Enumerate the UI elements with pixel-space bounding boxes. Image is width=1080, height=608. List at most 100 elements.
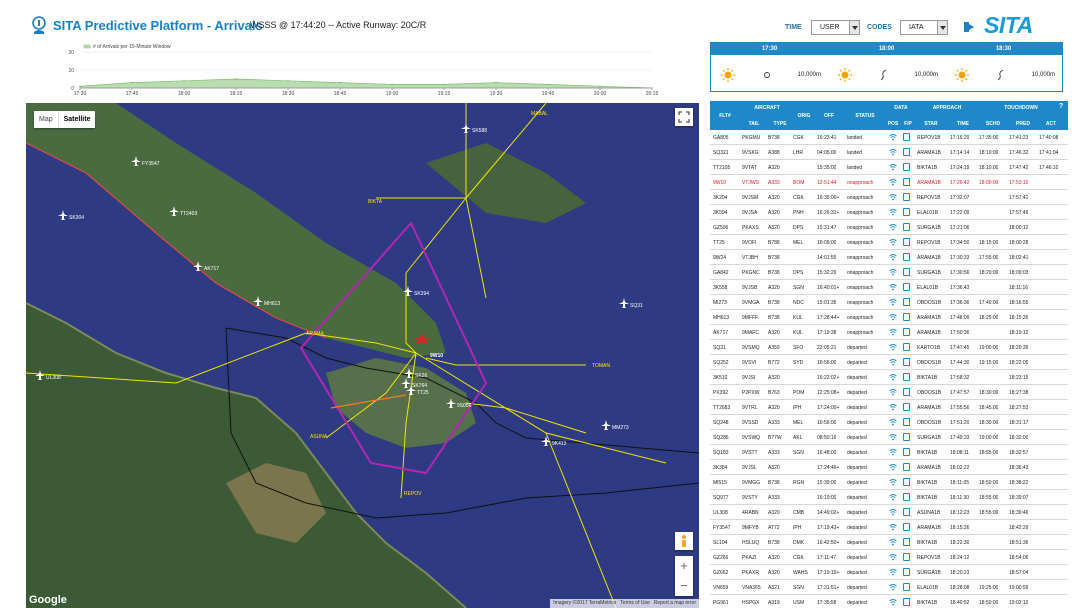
table-row[interactable]: SQ286 9VSWQ B77W AKL 08:50:16 departed SURGA1B…: [710, 430, 1068, 445]
flight-plan-icon[interactable]: [903, 208, 910, 216]
aircraft-marker[interactable]: SQ31: [619, 298, 643, 309]
table-row[interactable]: 9W10 VTJWS A333 BOM 12:51:44 onapproach ARAMA1…: [710, 175, 1068, 190]
col-header[interactable]: TIME: [948, 121, 978, 127]
flight-plan-icon[interactable]: [903, 403, 910, 411]
flight-plan-icon[interactable]: [903, 388, 910, 396]
col-header[interactable]: TYPE: [768, 121, 792, 127]
table-row[interactable]: 3K594 9VJSA A320 PNH 16:26:31+ onapproach ELAL…: [710, 205, 1068, 220]
zoom-out-button[interactable]: −: [675, 576, 693, 596]
table-row[interactable]: GZ266 PKAZI A320 CGK 17:11:47 departed REPOV1B…: [710, 550, 1068, 565]
position-signal-icon[interactable]: [889, 238, 897, 246]
flight-plan-icon[interactable]: [903, 568, 910, 576]
flight-plan-icon[interactable]: [903, 583, 910, 591]
flight-plan-icon[interactable]: [903, 283, 910, 291]
street-view-button[interactable]: [675, 532, 693, 550]
flight-plan-icon[interactable]: [903, 313, 910, 321]
position-signal-icon[interactable]: [889, 373, 897, 381]
flight-plan-icon[interactable]: [903, 178, 910, 186]
position-signal-icon[interactable]: [889, 388, 897, 396]
zoom-in-button[interactable]: +: [675, 556, 693, 576]
position-signal-icon[interactable]: [889, 283, 897, 291]
table-row[interactable]: MH613 9MFFF B738 KUL 17:28:44+ onapproach ARAM…: [710, 310, 1068, 325]
table-row[interactable]: PG961 HSPGX A319 USM 17:35:58 departed BIKTA1B…: [710, 595, 1068, 608]
flight-plan-icon[interactable]: [903, 223, 910, 231]
col-header[interactable]: FLT#: [714, 113, 736, 119]
flight-plan-icon[interactable]: [903, 523, 910, 531]
position-signal-icon[interactable]: [889, 598, 897, 606]
table-row[interactable]: SQ248 9VSSD A333 MEL 10:56:00 departed OBDOS1B…: [710, 415, 1068, 430]
flight-plan-icon[interactable]: [903, 448, 910, 456]
table-row[interactable]: GZ662 PKAXR A320 WAHS 17:19:19+ departed SURGA…: [710, 565, 1068, 580]
table-row[interactable]: GA842 PKGNC B738 DPS 15:32:29 onapproach SURGA…: [710, 265, 1068, 280]
position-signal-icon[interactable]: [889, 133, 897, 141]
col-header[interactable]: TAIL: [742, 121, 766, 127]
col-header[interactable]: ORIG: [793, 113, 815, 119]
terms-link[interactable]: Terms of Use: [620, 600, 649, 607]
table-row[interactable]: GA805 PKGMU B738 CGK 16:23:41 landed REPOV1B 17…: [710, 130, 1068, 145]
position-signal-icon[interactable]: [889, 313, 897, 321]
time-select[interactable]: USER: [811, 20, 860, 35]
flight-plan-icon[interactable]: [903, 148, 910, 156]
flight-plan-icon[interactable]: [903, 553, 910, 561]
position-signal-icon[interactable]: [889, 148, 897, 156]
satellite-tab[interactable]: Satellite: [57, 111, 96, 128]
table-row[interactable]: 3K384 9VJSL A320 17:24:46+ departed ARAMA1B 18…: [710, 460, 1068, 475]
flight-plan-icon[interactable]: [903, 268, 910, 276]
table-row[interactable]: FY3547 9MFYB AT72 IPH 17:19:43+ departed ARAMA…: [710, 520, 1068, 535]
map-canvas[interactable]: 9W10 MABAL BIKTA ARAMA ASUNA REPOV TOMAN SK58…: [26, 103, 699, 608]
table-row[interactable]: PX392 P2PXW B763 POM 12:25:08+ departed OBDOS1…: [710, 385, 1068, 400]
table-row[interactable]: TT25 9VOFI B788 MEL 10:09:00 onapproach REPOV1…: [710, 235, 1068, 250]
position-signal-icon[interactable]: [889, 193, 897, 201]
position-signal-icon[interactable]: [889, 328, 897, 336]
flight-plan-icon[interactable]: [903, 493, 910, 501]
position-signal-icon[interactable]: [889, 178, 897, 186]
table-row[interactable]: AK717 9MAFC A320 KUL 17:19:38 onapproach ARAMA…: [710, 325, 1068, 340]
flight-plan-icon[interactable]: [903, 463, 910, 471]
col-header[interactable]: POS: [886, 121, 900, 127]
position-signal-icon[interactable]: [889, 433, 897, 441]
position-signal-icon[interactable]: [889, 208, 897, 216]
flight-plan-icon[interactable]: [903, 433, 910, 441]
position-signal-icon[interactable]: [889, 523, 897, 531]
position-signal-icon[interactable]: [889, 553, 897, 561]
map[interactable]: 9W10 MABAL BIKTA ARAMA ASUNA REPOV TOMAN SK58…: [26, 103, 699, 608]
col-header[interactable]: ACT: [1036, 121, 1066, 127]
col-header[interactable]: OFF: [818, 113, 840, 119]
position-signal-icon[interactable]: [889, 343, 897, 351]
flight-plan-icon[interactable]: [903, 598, 910, 606]
table-row[interactable]: GZ506 PKAXS A320 DPS 15:31:47 onapproach SURGA…: [710, 220, 1068, 235]
table-row[interactable]: 9W24 VTJBH B738 14:01:55 onapproach ARAMA1B 17…: [710, 250, 1068, 265]
aircraft-marker[interactable]: SK304: [58, 210, 84, 221]
aircraft-marker[interactable]: SK588: [461, 123, 487, 134]
col-header[interactable]: STATUS: [848, 113, 882, 119]
flight-plan-icon[interactable]: [903, 358, 910, 366]
flight-plan-icon[interactable]: [903, 328, 910, 336]
position-signal-icon[interactable]: [889, 478, 897, 486]
col-header[interactable]: PRED: [1008, 121, 1038, 127]
position-signal-icon[interactable]: [889, 568, 897, 576]
position-signal-icon[interactable]: [889, 268, 897, 276]
table-row[interactable]: SQ977 9VSTY A333 16:19:00 departed BIKTA1B 18:…: [710, 490, 1068, 505]
position-signal-icon[interactable]: [889, 253, 897, 261]
position-signal-icon[interactable]: [889, 583, 897, 591]
flight-plan-icon[interactable]: [903, 298, 910, 306]
position-signal-icon[interactable]: [889, 493, 897, 501]
flight-plan-icon[interactable]: [903, 163, 910, 171]
position-signal-icon[interactable]: [889, 418, 897, 426]
map-tab[interactable]: Map: [34, 111, 58, 128]
table-row[interactable]: TT2683 9VTRL A320 IPH 17:24:00+ departed ARAMA…: [710, 400, 1068, 415]
table-row[interactable]: MI273 9VMGA B738 NDC 15:01:35 onapproach OBDOS…: [710, 295, 1068, 310]
table-row[interactable]: SQ31 9VSMQ A359 SFO 23:05:21 departed KARTO1B 1…: [710, 340, 1068, 355]
flight-plan-icon[interactable]: [903, 418, 910, 426]
position-signal-icon[interactable]: [889, 163, 897, 171]
flight-plan-icon[interactable]: [903, 508, 910, 516]
flight-plan-icon[interactable]: [903, 238, 910, 246]
col-header[interactable]: F/P: [901, 121, 915, 127]
aircraft-marker[interactable]: MM273: [601, 420, 629, 431]
table-row[interactable]: SL104 HSLUQ B738 DMK 16:42:50+ departed BIKTA1…: [710, 535, 1068, 550]
position-signal-icon[interactable]: [889, 508, 897, 516]
flight-plan-icon[interactable]: [903, 538, 910, 546]
fullscreen-button[interactable]: [675, 108, 693, 126]
help-icon[interactable]: ?: [1056, 103, 1066, 110]
flight-plan-icon[interactable]: [903, 193, 910, 201]
